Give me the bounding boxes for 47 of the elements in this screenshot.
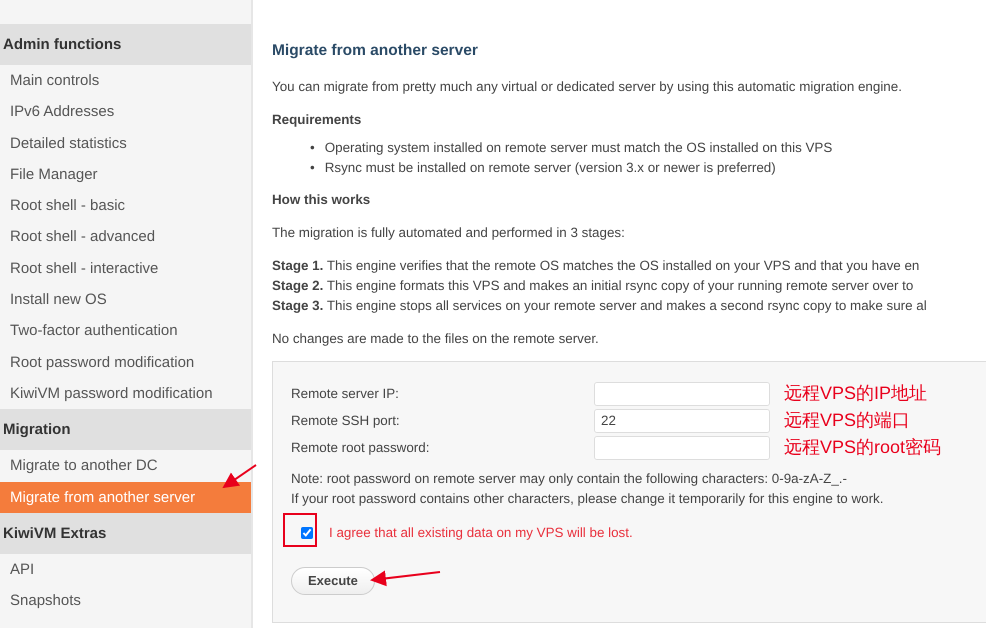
bullet-marker: •: [310, 158, 315, 177]
annotation-text: 远程VPS的root密码: [784, 436, 942, 460]
section-heading: Admin functions: [0, 24, 251, 65]
section-heading: Requirements: [272, 110, 362, 129]
agree-label: I agree that all existing data on my VPS will be lost.: [329, 524, 633, 542]
annotation-arrow: [370, 570, 440, 586]
stage-text: Stage 1. This engine verifies that the remote OS matches the OS installed on your VPS and that you have en: [272, 257, 920, 276]
input-field[interactable]: 22: [594, 408, 770, 433]
sidebar-link[interactable]: Root password modification: [0, 346, 251, 378]
sidebar-link[interactable]: Main controls: [0, 65, 251, 96]
annotation-text: 远程VPS的IP地址: [784, 382, 928, 406]
field-label: Remote SSH port:: [291, 412, 401, 430]
sidebar-link[interactable]: Root shell - interactive: [0, 252, 251, 284]
sidebar-link[interactable]: API: [0, 554, 251, 586]
sidebar-link[interactable]: File Manager: [0, 158, 251, 190]
sidebar-link[interactable]: IPv6 Addresses: [0, 96, 251, 128]
sidebar-link[interactable]: Install new OS: [0, 284, 251, 316]
annotation-arrow: [222, 464, 257, 488]
sidebar-link[interactable]: Migrate to another DC: [0, 450, 251, 482]
body-text: No changes are made to the files on the remote server.: [272, 330, 600, 348]
requirement-item: Operating system installed on remote server must match the OS installed on this VPS: [324, 138, 832, 157]
note-text: If your root password contains other characters, please change it temporarily for this engine to work.: [291, 490, 884, 508]
input-field[interactable]: [594, 436, 770, 460]
stage-text: Stage 3. This engine stops all services on your remote server and makes a second rsync copy to make sure al: [272, 297, 928, 316]
sidebar-link[interactable]: Two-factor authentication: [0, 315, 251, 347]
sidebar-link[interactable]: Detailed statistics: [0, 128, 251, 159]
sidebar-link[interactable]: Root shell - advanced: [0, 221, 251, 253]
section-heading: How this works: [272, 190, 372, 209]
intro-text: You can migrate from pretty much any virtual or dedicated server by using this automatic migration engine.: [272, 78, 903, 96]
sidebar-link[interactable]: KiwiVM password modification: [0, 378, 251, 410]
stage-text: Stage 2. This engine formats this VPS and makes an initial rsync copy of your running remote server over to: [272, 277, 914, 296]
sidebar-link[interactable]: Root shell - basic: [0, 190, 251, 222]
note-text: Note: root password on remote server may only contain the following characters: 0-9a-zA-Z_.-: [291, 470, 848, 488]
annotation-text: 远程VPS的端口: [784, 409, 910, 432]
requirement-item: Rsync must be installed on remote server (version 3.x or newer is preferred): [324, 158, 776, 177]
section-heading: Migration: [0, 409, 251, 450]
bullet-marker: •: [310, 138, 315, 157]
execute-button[interactable]: Execute: [291, 567, 375, 595]
checkbox[interactable]: [301, 527, 313, 540]
field-label: Remote server IP:: [291, 384, 400, 403]
page-title: Migrate from another server: [272, 42, 479, 61]
input-field[interactable]: [594, 382, 770, 406]
field-label: Remote root password:: [291, 438, 430, 457]
section-heading: KiwiVM Extras: [0, 512, 251, 554]
sidebar-link[interactable]: Snapshots: [0, 585, 251, 616]
highlight-frame: [283, 513, 317, 548]
body-text: The migration is fully automated and performed in 3 stages:: [272, 224, 626, 242]
